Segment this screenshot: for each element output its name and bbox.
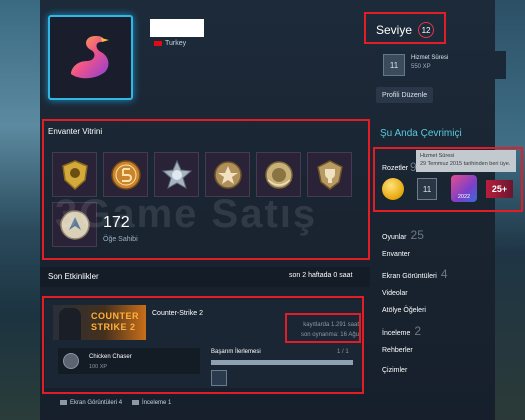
- level-badge-xp: 550 XP: [411, 64, 431, 70]
- camera-icon: [60, 400, 67, 405]
- activity-title: Son Etkinlikler: [48, 272, 99, 281]
- nav-screenshots[interactable]: Ekran Görüntüleri 4: [382, 267, 448, 281]
- watermark: 3Game Satış: [55, 192, 318, 236]
- footer-screenshots-link[interactable]: Ekran Görüntüleri 4: [60, 400, 122, 406]
- nav-artwork[interactable]: Çizimler: [382, 367, 407, 374]
- avatar[interactable]: [48, 15, 133, 100]
- footer-reviews-label: İnceleme 1: [142, 400, 172, 407]
- level-badge-title: Hizmet Süresi: [411, 55, 449, 61]
- footer-screenshots-label: Ekran Görüntüleri 4: [70, 400, 123, 407]
- activity-footer: Ekran Görüntüleri 4 İnceleme 1: [60, 400, 171, 406]
- review-icon: [132, 400, 140, 405]
- country-line: Turkey: [154, 40, 186, 47]
- nav-videos[interactable]: Videolar: [382, 290, 408, 297]
- nav-games-label: Oyunlar: [382, 234, 407, 241]
- turkey-flag-icon: [154, 41, 162, 46]
- nav-screenshots-count: 4: [440, 267, 448, 281]
- nav-screenshots-label: Ekran Görüntüleri: [382, 273, 437, 280]
- nav-workshop[interactable]: Atölye Öğeleri: [382, 307, 426, 314]
- nav-inventory[interactable]: Envanter: [382, 251, 410, 258]
- nav-guides[interactable]: Rehberler: [382, 347, 413, 354]
- highlight-box-activity: [42, 296, 364, 394]
- nav-reviews-count: 2: [414, 324, 422, 338]
- nav-games-count: 25: [410, 228, 424, 242]
- swan-logo-icon: [70, 35, 109, 78]
- highlight-box-badges: [373, 147, 523, 212]
- nav-reviews[interactable]: İnceleme 2: [382, 324, 421, 338]
- highlight-box-showcase: [42, 119, 370, 260]
- edit-profile-button[interactable]: Profili Düzenle: [376, 87, 434, 103]
- years-of-service-icon: 11: [383, 54, 405, 76]
- country-label: Turkey: [165, 40, 187, 47]
- highlight-box-level: [364, 12, 446, 44]
- footer-reviews-link[interactable]: İnceleme 1: [132, 400, 171, 406]
- background-left: [0, 0, 40, 420]
- online-status: Şu Anda Çevrimiçi: [380, 128, 462, 139]
- nav-reviews-label: İnceleme: [382, 330, 411, 337]
- activity-hours: son 2 haftada 0 saat: [289, 272, 353, 279]
- nav-games[interactable]: Oyunlar 25: [382, 228, 424, 242]
- profile-name-redacted: [150, 19, 204, 37]
